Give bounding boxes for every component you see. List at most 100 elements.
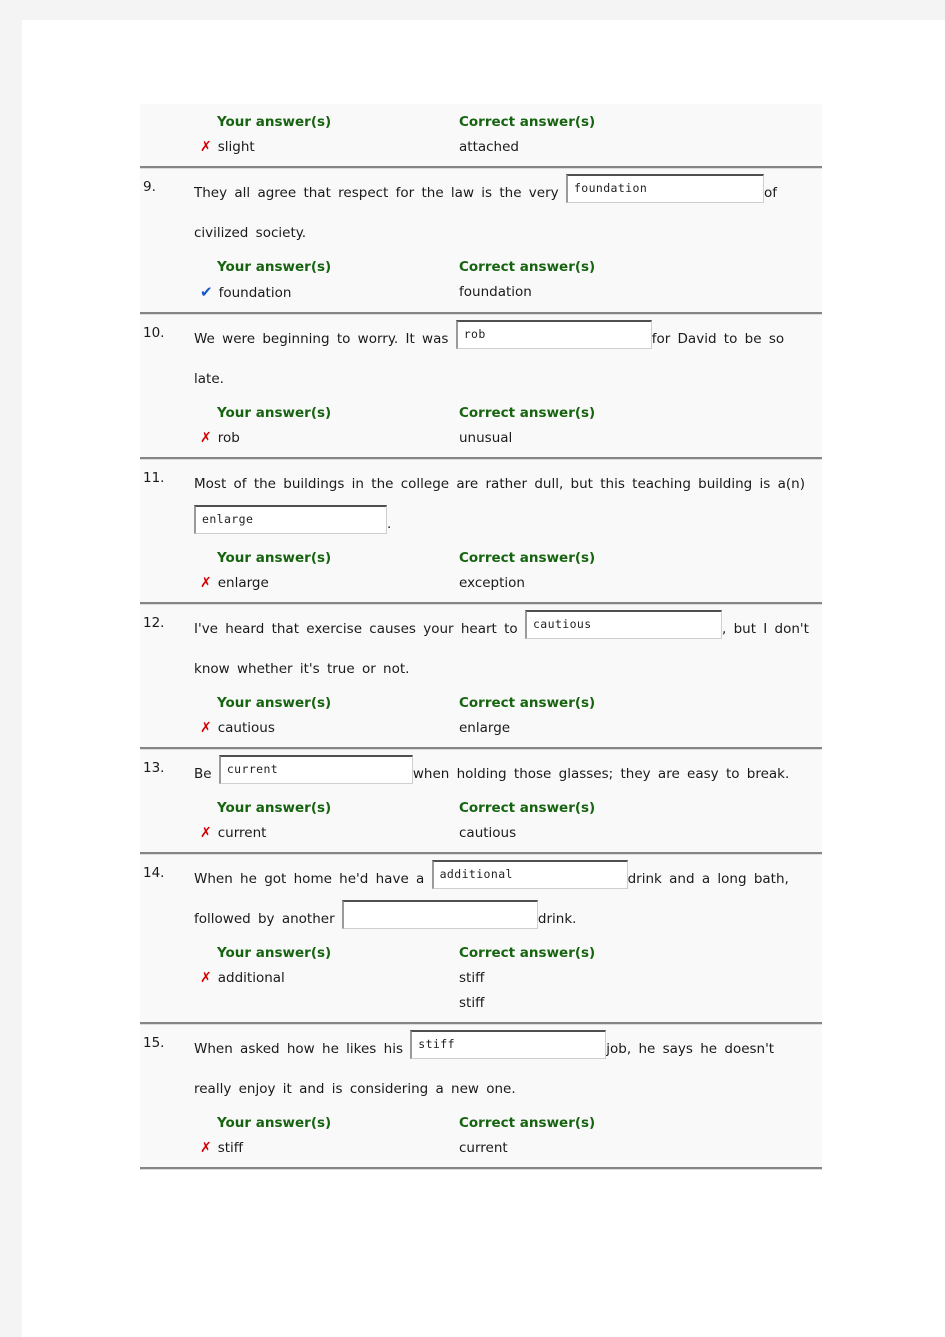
answer-blank-input[interactable]: cautious [524, 609, 722, 639]
correct-answer-value: stiff [459, 970, 485, 986]
question-number: 10. [143, 325, 165, 341]
question-row: 12. I've heard that exercise causes your … [140, 605, 822, 747]
question-body: I've heard that exercise causes your hea… [192, 605, 822, 747]
correct-answer-value: current [459, 1140, 508, 1156]
stem-text: We were beginning to worry. It was [194, 331, 456, 347]
stem-text: when holding those glasses; they are eas… [412, 766, 790, 782]
correct-answers-header: Correct answer(s) [459, 259, 596, 275]
answer-blank-input[interactable]: additional [431, 859, 628, 889]
answers-header-row: Your answer(s) Correct answer(s) [196, 110, 818, 135]
question-block: 14. When he got home he'd have a addition… [140, 855, 822, 1022]
correct-answers-header: Correct answer(s) [459, 405, 596, 421]
incorrect-cross-icon: ✗ [200, 139, 212, 155]
your-answer-cell: ✔ foundation [196, 280, 459, 306]
question-body: Your answer(s) Correct answer(s) ✗ slight at… [192, 104, 822, 166]
correct-check-icon: ✔ [200, 283, 213, 301]
your-answer-value: foundation [218, 285, 292, 301]
question-block: 9. They all agree that respect for the la… [140, 169, 822, 312]
question-block: 13. Be current when holding those glasses;… [140, 750, 822, 852]
correct-answers-header: Correct answer(s) [459, 945, 596, 961]
correct-answers-header: Correct answer(s) [459, 695, 596, 711]
correct-answers-header: Correct answer(s) [459, 550, 596, 566]
your-answers-header: Your answer(s) [217, 945, 332, 961]
question-body: When asked how he likes his stiff job, he… [192, 1025, 822, 1167]
question-stem: I've heard that exercise causes your hea… [192, 609, 818, 689]
your-answer-cell: ✗ rob [196, 426, 459, 451]
your-answer-value: rob [217, 430, 240, 446]
stem-text: drink. [537, 911, 577, 927]
incorrect-cross-icon: ✗ [200, 430, 212, 446]
question-number: 11. [143, 470, 165, 486]
question-block: 10. We were beginning to worry. It was ro… [140, 315, 822, 457]
question-row: 9. They all agree that respect for the la… [140, 169, 822, 312]
page-sheet: Your answer(s) Correct answer(s) ✗ slight at… [22, 20, 945, 1337]
stem-text: When asked how he likes his [194, 1041, 411, 1057]
your-answers-header: Your answer(s) [217, 259, 332, 275]
stem-text: When he got home he'd have a [194, 871, 432, 887]
question-number: 13. [143, 760, 165, 776]
stem-text: Most of the buildings in the college are… [194, 476, 813, 492]
question-row: 10. We were beginning to worry. It was ro… [140, 315, 822, 457]
answer-blank-value: enlarge [202, 511, 254, 526]
your-answer-cell: ✗ additional [196, 966, 459, 991]
answer-blank-input[interactable]: enlarge [194, 504, 387, 534]
quiz-review-list: Your answer(s) Correct answer(s) ✗ slight at… [140, 104, 822, 1170]
question-body: Be current when holding those glasses; th… [192, 750, 822, 852]
question-number: 9. [143, 179, 156, 195]
question-row: Your answer(s) Correct answer(s) ✗ slight at… [140, 104, 822, 166]
question-body: When he got home he'd have a additional d… [192, 855, 822, 1022]
your-answer-value: stiff [217, 1140, 244, 1156]
your-answers-header: Your answer(s) [217, 695, 332, 711]
correct-answers-header: Correct answer(s) [459, 800, 596, 816]
your-answer-value: current [217, 825, 267, 841]
stem-text: . [387, 516, 392, 532]
answer-row: ✗ rob unusual [196, 426, 818, 451]
incorrect-cross-icon: ✗ [200, 575, 212, 591]
question-stem: Be current when holding those glasses; th… [192, 754, 818, 794]
answer-blank-input[interactable]: foundation [565, 173, 764, 203]
question-block: 11. Most of the buildings in the college … [140, 460, 822, 602]
correct-answer-value: unusual [459, 430, 513, 446]
your-answers-header: Your answer(s) [217, 550, 332, 566]
answer-blank-input[interactable]: current [218, 754, 413, 784]
answer-row: ✗ additional stiff [196, 966, 818, 991]
answers-header-row: Your answer(s) Correct answer(s) [196, 1111, 818, 1136]
question-stem: When asked how he likes his stiff job, he… [192, 1029, 818, 1109]
incorrect-cross-icon: ✗ [200, 1140, 212, 1156]
your-answer-value: cautious [217, 720, 275, 736]
answer-row: ✔ foundation foundation [196, 280, 818, 306]
question-stem: Most of the buildings in the college are… [192, 464, 818, 544]
question-row: 15. When asked how he likes his stiff job,… [140, 1025, 822, 1167]
answer-blank-value [350, 902, 531, 904]
question-stem: They all agree that respect for the law … [192, 173, 818, 253]
question-number: 15. [143, 1035, 165, 1051]
correct-answer-value: foundation [459, 284, 532, 300]
answers-header-row: Your answer(s) Correct answer(s) [196, 546, 818, 571]
your-answer-cell: ✗ cautious [196, 716, 459, 741]
answers-table: Your answer(s) Correct answer(s) ✗ slight at… [192, 110, 818, 160]
answers-header-row: Your answer(s) Correct answer(s) [196, 941, 818, 966]
answer-blank-input[interactable] [341, 899, 538, 929]
your-answer-cell: ✗ enlarge [196, 571, 459, 596]
correct-answers-header: Correct answer(s) [459, 114, 596, 130]
answers-table: Your answer(s) Correct answer(s) ✗ stiff cur… [192, 1111, 818, 1161]
answer-blank-value: stiff [418, 1036, 455, 1051]
answers-header-row: Your answer(s) Correct answer(s) [196, 255, 818, 280]
answer-blank-input[interactable]: rob [455, 319, 652, 349]
correct-answer-value: enlarge [459, 720, 511, 736]
answer-blank-value: foundation [573, 180, 648, 195]
correct-answer-value: cautious [459, 825, 517, 841]
your-answer-cell: ✗ stiff [196, 1136, 459, 1161]
answer-blank-input[interactable]: stiff [410, 1029, 607, 1059]
question-body: We were beginning to worry. It was rob fo… [192, 315, 822, 457]
correct-answer-value: attached [459, 139, 519, 155]
answers-header-row: Your answer(s) Correct answer(s) [196, 401, 818, 426]
answers-header-row: Your answer(s) Correct answer(s) [196, 796, 818, 821]
your-answer-value: additional [217, 970, 285, 986]
answers-header-row: Your answer(s) Correct answer(s) [196, 691, 818, 716]
your-answers-header: Your answer(s) [217, 114, 332, 130]
your-answers-header: Your answer(s) [217, 1115, 332, 1131]
answers-table: Your answer(s) Correct answer(s) ✗ cautious… [192, 691, 818, 741]
answers-table: Your answer(s) Correct answer(s) ✗ current c… [192, 796, 818, 846]
question-row: 11. Most of the buildings in the college … [140, 460, 822, 602]
